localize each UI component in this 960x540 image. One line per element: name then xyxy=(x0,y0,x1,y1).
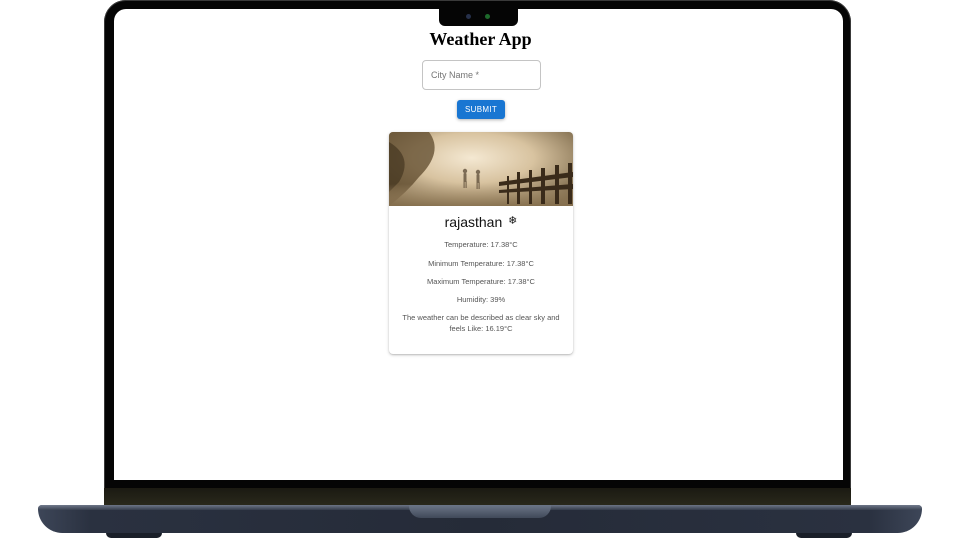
city-name: rajasthan xyxy=(444,214,503,230)
city-name-input[interactable] xyxy=(423,61,540,89)
camera-indicator-light xyxy=(485,14,490,19)
submit-button[interactable]: SUBMIT xyxy=(457,100,505,119)
city-name-field[interactable] xyxy=(422,60,541,90)
laptop-screen: Weather App SUBMIT xyxy=(114,9,843,480)
page-title: Weather App xyxy=(429,29,532,49)
max-temperature-text: Maximum Temperature: 17.38°C xyxy=(427,277,535,286)
city-heading: rajasthan ❄ xyxy=(389,214,573,230)
min-temperature-text: Minimum Temperature: 17.38°C xyxy=(428,259,534,268)
laptop-foot-left xyxy=(106,533,162,538)
camera-lens-icon xyxy=(466,14,471,19)
weather-card-image xyxy=(389,132,573,206)
laptop-thumb-notch xyxy=(409,505,551,518)
laptop-hinge xyxy=(104,488,851,506)
humidity-text: Humidity: 39% xyxy=(456,295,506,304)
weather-card: rajasthan ❄ Temperature: 17.38°C Minimum… xyxy=(389,132,573,354)
snowflake-icon: ❄ xyxy=(508,215,518,227)
camera-notch xyxy=(439,9,518,26)
weather-description-text: The weather can be described as clear sk… xyxy=(402,313,560,333)
temperature-text: Temperature: 17.38°C xyxy=(444,240,518,249)
laptop-foot-right xyxy=(796,533,852,538)
